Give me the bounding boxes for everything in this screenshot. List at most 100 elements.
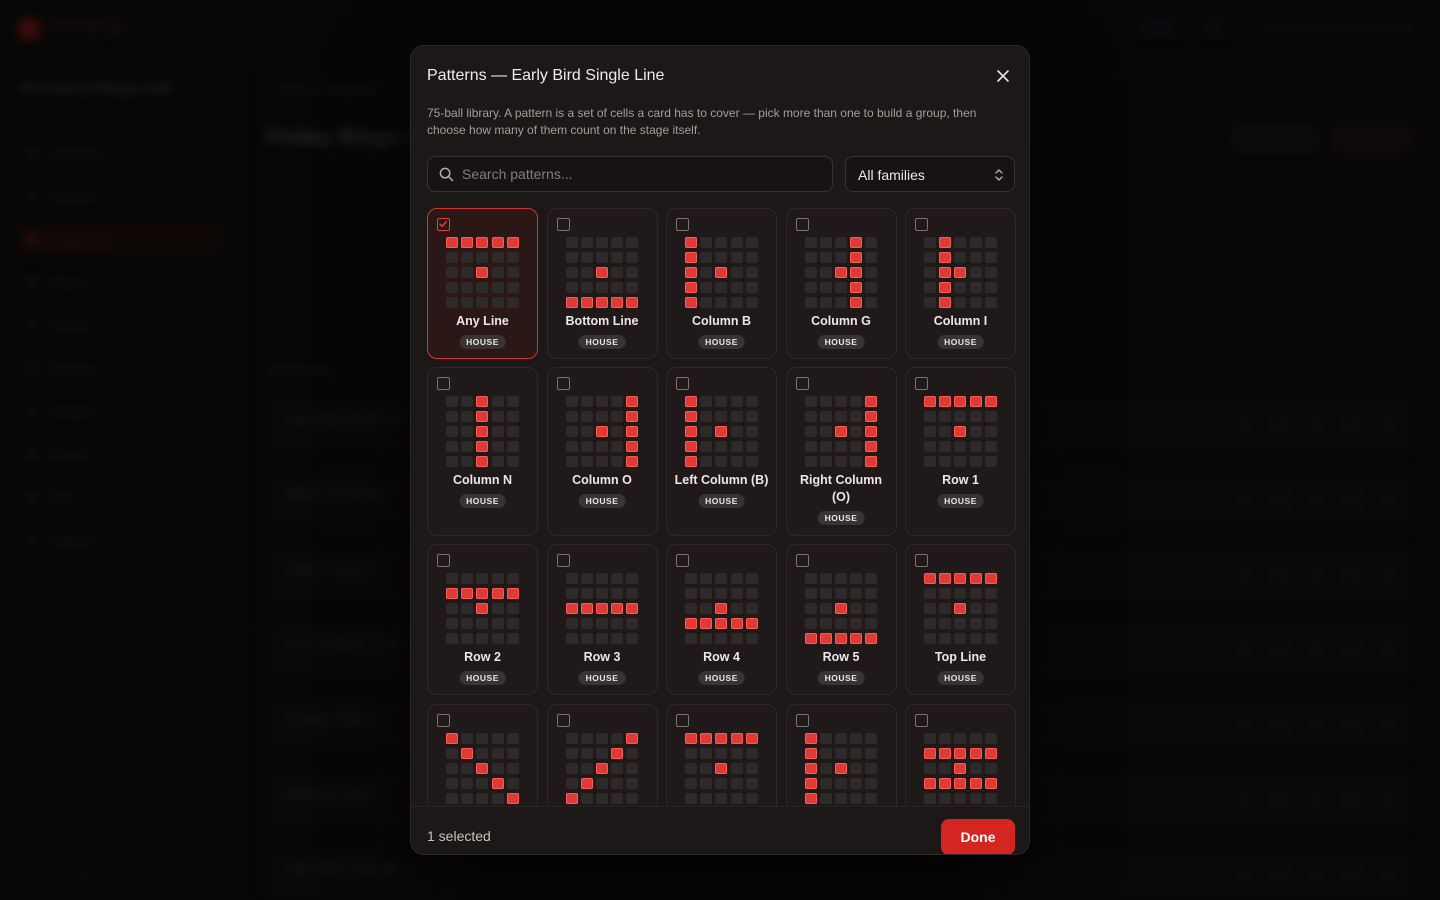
pattern-card[interactable]: Row 2 HOUSE	[427, 544, 538, 695]
pattern-checkbox[interactable]	[556, 554, 570, 567]
pattern-checkbox[interactable]	[437, 554, 450, 567]
pattern-cell	[446, 633, 458, 644]
pattern-cell	[700, 748, 713, 759]
pattern-name: Row 3	[583, 650, 621, 664]
pattern-checkbox[interactable]	[556, 377, 570, 390]
pattern-cell	[506, 441, 519, 452]
done-button[interactable]: Done	[941, 819, 1015, 854]
pattern-checkbox[interactable]	[915, 377, 928, 390]
pattern-card[interactable]	[427, 704, 538, 806]
pattern-grid-scroll[interactable]: Any Line HOUSE Bottom Line HOUSE Column B HOU…	[427, 208, 1017, 806]
pattern-card[interactable]: Column O HOUSE	[546, 367, 658, 536]
pattern-name: Column I	[933, 314, 988, 328]
pattern-card[interactable]: Column B HOUSE	[666, 208, 777, 359]
pattern-cell	[461, 267, 474, 278]
pattern-card[interactable]: Bottom Line HOUSE	[546, 208, 658, 359]
pattern-cell	[715, 588, 728, 599]
pattern-card[interactable]: Row 3 HOUSE	[546, 544, 658, 695]
family-filter-select[interactable]: All families	[845, 156, 1015, 192]
pattern-cell	[565, 793, 578, 804]
pattern-card[interactable]: Left Column (B) HOUSE	[666, 367, 777, 536]
pattern-cell	[804, 297, 817, 308]
pattern-cell	[476, 282, 489, 293]
pattern-card[interactable]: Row 4 HOUSE	[666, 544, 777, 695]
pattern-checkbox[interactable]	[676, 218, 689, 231]
pattern-card[interactable]: Row 5 HOUSE	[785, 544, 897, 695]
pattern-cell	[595, 297, 608, 308]
pattern-cell	[969, 573, 982, 584]
pattern-checkbox[interactable]	[437, 714, 450, 727]
pattern-card[interactable]	[785, 704, 897, 806]
pattern-cell	[834, 573, 847, 584]
pattern-cell	[611, 456, 624, 467]
pattern-card[interactable]: Column N HOUSE	[427, 367, 538, 536]
pattern-name: Right Column (O)	[800, 473, 882, 504]
pattern-checkbox[interactable]	[915, 714, 928, 727]
pattern-cell	[969, 456, 982, 467]
pattern-cell	[819, 396, 832, 407]
pattern-cell	[446, 282, 458, 293]
pattern-cell	[819, 573, 832, 584]
pattern-cell	[506, 411, 519, 422]
pattern-checkbox[interactable]	[556, 714, 570, 727]
pattern-cell	[461, 441, 474, 452]
pattern-cell	[850, 603, 863, 614]
pattern-cell	[954, 282, 967, 293]
pattern-card[interactable]: Row 1 HOUSE	[905, 367, 1016, 536]
pattern-card[interactable]: Any Line HOUSE	[427, 208, 538, 359]
pattern-cell	[491, 252, 504, 263]
pattern-cell	[834, 618, 847, 629]
pattern-cell	[954, 748, 967, 759]
pattern-checkbox[interactable]	[676, 554, 689, 567]
pattern-card[interactable]	[666, 704, 777, 806]
pattern-checkbox[interactable]	[437, 218, 450, 231]
pattern-card[interactable]	[905, 704, 1016, 806]
pattern-checkbox[interactable]	[556, 218, 570, 231]
pattern-checkbox[interactable]	[795, 554, 809, 567]
pattern-checkbox[interactable]	[676, 714, 689, 727]
pattern-checkbox[interactable]	[676, 377, 689, 390]
pattern-cell	[700, 573, 713, 584]
pattern-cell	[819, 411, 832, 422]
pattern-cell	[446, 426, 458, 437]
pattern-checkbox[interactable]	[915, 554, 928, 567]
pattern-cell	[865, 733, 878, 744]
pattern-cell	[850, 282, 863, 293]
pattern-cell	[461, 793, 474, 804]
pattern-cell	[924, 748, 936, 759]
close-button[interactable]	[991, 64, 1015, 88]
pattern-card[interactable]: Column I HOUSE	[905, 208, 1016, 359]
pattern-cell	[834, 456, 847, 467]
pattern-cell	[595, 733, 608, 744]
pattern-checkbox[interactable]	[795, 218, 809, 231]
pattern-cell	[491, 237, 504, 248]
pattern-cell	[730, 618, 743, 629]
pattern-cell	[745, 282, 758, 293]
pattern-cell	[565, 733, 578, 744]
pattern-card[interactable]: Column G HOUSE	[785, 208, 897, 359]
pattern-cell	[491, 748, 504, 759]
pattern-cell	[685, 633, 697, 644]
pattern-card[interactable]: Top Line HOUSE	[905, 544, 1016, 695]
pattern-cell	[969, 603, 982, 614]
pattern-checkbox[interactable]	[795, 714, 809, 727]
pattern-cell	[969, 618, 982, 629]
pattern-cell	[804, 618, 817, 629]
search-input[interactable]	[462, 157, 822, 191]
pattern-card[interactable]: Right Column (O) HOUSE	[785, 367, 897, 536]
pattern-cell	[819, 748, 832, 759]
pattern-card[interactable]	[546, 704, 658, 806]
pattern-cell	[954, 267, 967, 278]
pattern-cell	[939, 778, 952, 789]
pattern-checkbox[interactable]	[795, 377, 809, 390]
pattern-cell	[476, 252, 489, 263]
pattern-cell	[715, 573, 728, 584]
pattern-cell	[611, 573, 624, 584]
pattern-cell	[819, 603, 832, 614]
pattern-cell	[476, 396, 489, 407]
pattern-checkbox[interactable]	[915, 218, 928, 231]
pattern-cell	[446, 573, 458, 584]
pattern-checkbox[interactable]	[437, 377, 450, 390]
pattern-cell	[865, 237, 878, 248]
pattern-cell	[745, 441, 758, 452]
